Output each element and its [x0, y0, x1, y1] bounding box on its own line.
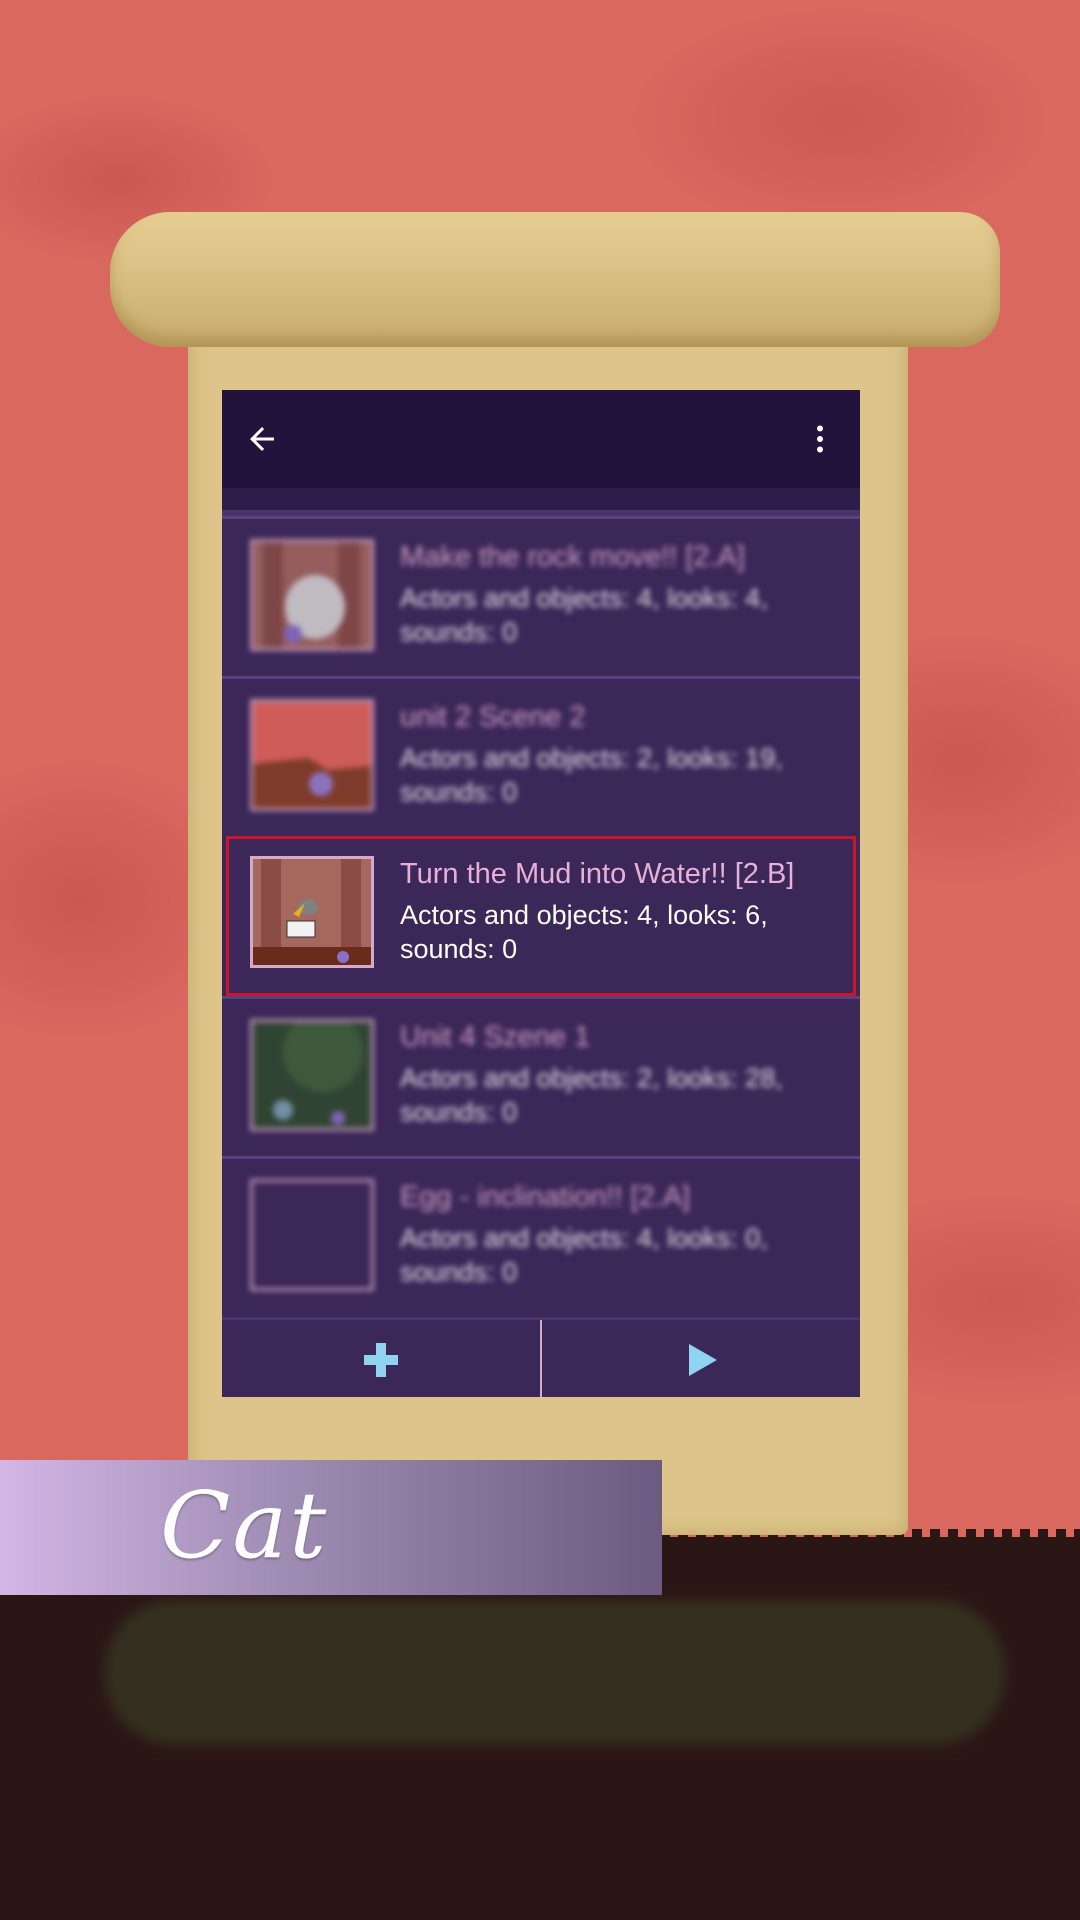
scene-list-item[interactable]: Make the rock move!! [2.A] Actors and ob… [222, 516, 860, 676]
scene-details: Actors and objects: 4, looks: 4, sounds:… [400, 583, 768, 647]
scene-title: unit 2 Scene 2 [400, 701, 586, 733]
toolbar [222, 390, 860, 488]
scene-title: Unit 4 Szene 1 [400, 1021, 591, 1053]
parchment-roll [110, 212, 1000, 347]
plus-icon [364, 1343, 398, 1377]
ground-shadow [105, 1600, 1005, 1745]
more-vert-icon [817, 425, 823, 453]
scene-list-item[interactable]: unit 2 Scene 2 Actors and objects: 2, lo… [222, 676, 860, 836]
scene-details: Actors and objects: 4, looks: 0, sounds:… [400, 1223, 768, 1287]
overflow-menu-button[interactable] [780, 390, 860, 488]
scene-details: Actors and objects: 2, looks: 19, sounds… [400, 743, 783, 807]
scene-name-banner: Cat [0, 1460, 662, 1595]
scene-title: Turn the Mud into Water!! [2.B] [400, 858, 795, 890]
scene-list-item[interactable]: Unit 4 Szene 1 Actors and objects: 2, lo… [222, 996, 860, 1156]
scene-details: Actors and objects: 2, looks: 28, sounds… [400, 1063, 783, 1127]
scene-list-item-selected[interactable]: Turn the Mud into Water!! [2.B] Actors a… [226, 836, 856, 996]
bottom-bar [222, 1317, 860, 1397]
toolbar-divider [222, 488, 860, 510]
play-button[interactable] [542, 1320, 860, 1397]
back-button[interactable] [222, 390, 302, 488]
add-scene-button[interactable] [222, 1320, 540, 1397]
arrow-left-icon [250, 427, 274, 451]
scene-title: Make the rock move!! [2.A] [400, 541, 745, 573]
scene-thumbnail [250, 1019, 374, 1131]
scene-details: Actors and objects: 4, looks: 6, sounds:… [400, 900, 768, 964]
scene-thumbnail [250, 539, 374, 651]
scene-name: Cat [160, 1472, 329, 1579]
scene-list: Make the rock move!! [2.A] Actors and ob… [222, 516, 860, 1316]
scene-list-dialog: Make the rock move!! [2.A] Actors and ob… [222, 390, 860, 1397]
scene-title: Egg - inclination!! [2.A] [400, 1181, 691, 1213]
scene-thumbnail-empty [250, 1179, 374, 1291]
play-icon [689, 1344, 717, 1376]
scene-list-item[interactable]: Egg - inclination!! [2.A] Actors and obj… [222, 1156, 860, 1316]
scene-thumbnail [250, 856, 374, 968]
scene-thumbnail [250, 699, 374, 811]
